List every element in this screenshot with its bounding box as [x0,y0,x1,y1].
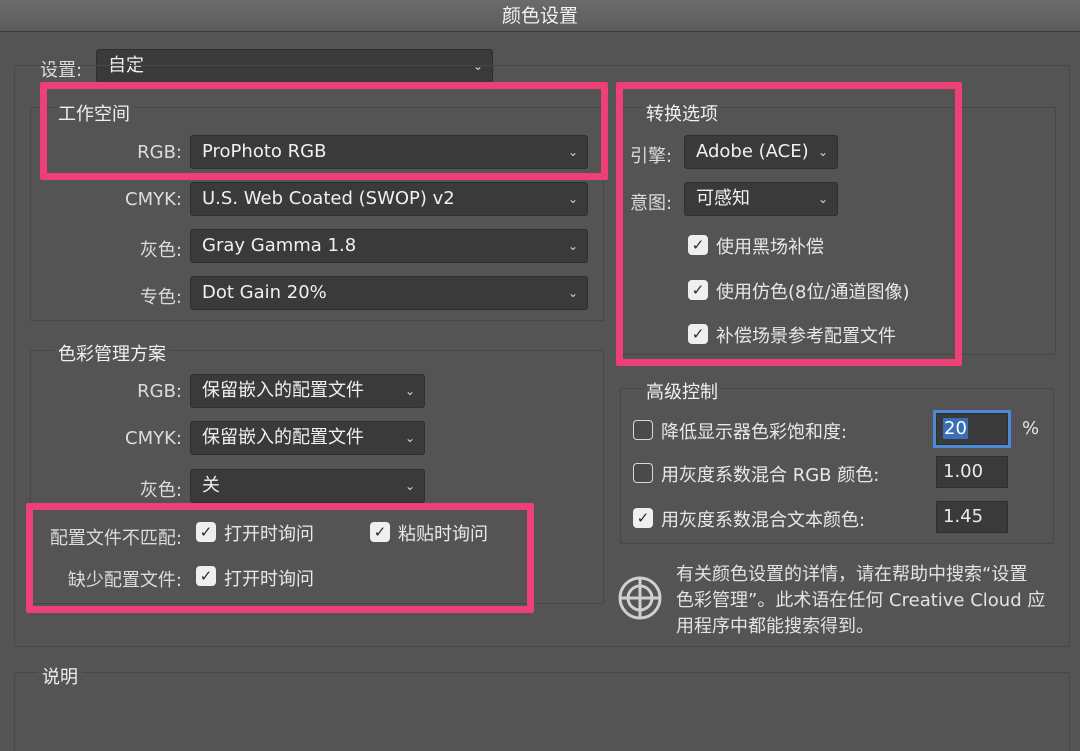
chevron-down-icon: ⌄ [404,431,415,445]
workspace-title: 工作空间 [54,100,134,126]
policies-rgb-select[interactable]: 保留嵌入的配置文件 ⌄ [190,374,425,408]
blend-text-checkbox[interactable]: ✓ [633,508,653,528]
policies-cmyk-select[interactable]: 保留嵌入的配置文件 ⌄ [190,421,425,455]
workspace-rgb-select[interactable]: ProPhoto RGB ⌄ [190,135,588,169]
info-line: 用程序中都能搜索得到。 [676,616,874,637]
workspace-gray-select[interactable]: Gray Gamma 1.8 ⌄ [190,229,588,263]
color-wheel-icon [618,576,662,620]
chevron-down-icon: ⌄ [404,479,415,493]
advanced-title: 高级控制 [642,378,722,404]
description-title: 说明 [38,663,82,689]
policies-title: 色彩管理方案 [54,340,170,366]
chevron-down-icon: ⌄ [817,192,828,206]
desaturate-checkbox[interactable]: ✓ [633,420,653,440]
workspace-rgb-label: RGB: [137,142,182,163]
desaturate-label: 降低显示器色彩饱和度: [661,422,848,443]
engine-label: 引擎: [630,146,673,167]
compensate-label: 补偿场景参考配置文件 [716,326,896,347]
profile-mismatch-label: 配置文件不匹配: [49,528,182,549]
black-point-checkbox[interactable]: ✓ [688,235,708,255]
missing-open-label: 打开时询问 [224,569,314,590]
desaturate-input[interactable]: 20 [933,410,1011,448]
workspace-gray-value: Gray Gamma 1.8 [202,235,357,256]
workspace-spot-label: 专色: [139,287,182,308]
blend-rgb-checkbox[interactable]: ✓ [633,463,653,483]
intent-label: 意图: [630,193,673,214]
policies-gray-select[interactable]: 关 ⌄ [190,469,425,503]
percent-unit: % [1022,418,1040,439]
workspace-cmyk-label: CMYK: [125,189,182,210]
engine-value: Adobe (ACE) [696,141,809,162]
conversion-title: 转换选项 [642,100,722,126]
workspace-gray-label: 灰色: [139,240,182,261]
mismatch-paste-label: 粘贴时询问 [398,524,488,545]
mismatch-open-label: 打开时询问 [224,524,314,545]
policies-gray-value: 关 [202,475,220,496]
policies-cmyk-value: 保留嵌入的配置文件 [202,427,364,448]
workspace-rgb-value: ProPhoto RGB [202,141,327,162]
missing-open-checkbox[interactable]: ✓ [196,566,216,586]
dither-checkbox[interactable]: ✓ [688,280,708,300]
info-line: 有关颜色设置的详情，请在帮助中搜索“设置 [676,564,1028,585]
blend-text-input[interactable]: 1.45 [936,501,1008,533]
description-group [14,672,1070,751]
intent-value: 可感知 [696,188,750,209]
chevron-down-icon: ⌄ [567,192,578,206]
policies-rgb-value: 保留嵌入的配置文件 [202,380,364,401]
policies-gray-label: 灰色: [139,480,182,501]
chevron-down-icon: ⌄ [404,384,415,398]
black-point-label: 使用黑场补偿 [716,237,824,258]
info-line: 色彩管理”。此术语在任何 Creative Cloud 应 [676,590,1046,611]
blend-rgb-label: 用灰度系数混合 RGB 颜色: [661,465,880,486]
workspace-spot-select[interactable]: Dot Gain 20% ⌄ [190,276,588,310]
workspace-cmyk-value: U.S. Web Coated (SWOP) v2 [202,188,455,209]
info-text: 有关颜色设置的详情，请在帮助中搜索“设置 色彩管理”。此术语在任何 Creati… [676,562,1045,640]
dither-label: 使用仿色(8位/通道图像) [716,282,910,303]
chevron-down-icon: ⌄ [567,145,578,159]
mismatch-open-checkbox[interactable]: ✓ [196,522,216,542]
policies-rgb-label: RGB: [137,381,182,402]
intent-select[interactable]: 可感知 ⌄ [684,182,838,216]
blend-rgb-input[interactable]: 1.00 [936,456,1008,488]
workspace-spot-value: Dot Gain 20% [202,282,327,303]
chevron-down-icon: ⌄ [817,145,828,159]
engine-select[interactable]: Adobe (ACE) ⌄ [684,135,838,169]
workspace-cmyk-select[interactable]: U.S. Web Coated (SWOP) v2 ⌄ [190,182,588,216]
chevron-down-icon: ⌄ [567,286,578,300]
window-title: 颜色设置 [0,0,1080,32]
blend-text-label: 用灰度系数混合文本颜色: [661,510,866,531]
desaturate-value: 20 [943,418,968,439]
compensate-checkbox[interactable]: ✓ [688,324,708,344]
chevron-down-icon: ⌄ [567,239,578,253]
mismatch-paste-checkbox[interactable]: ✓ [370,522,390,542]
policies-cmyk-label: CMYK: [125,428,182,449]
missing-profile-label: 缺少配置文件: [67,570,182,591]
